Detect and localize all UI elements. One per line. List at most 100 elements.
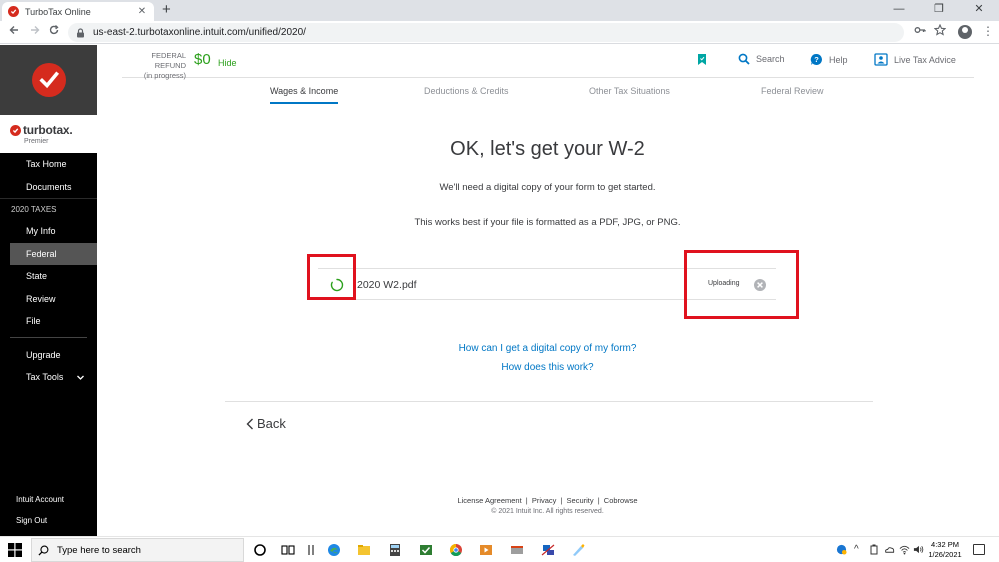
bookmark-icon	[698, 54, 706, 65]
bookmark-star-icon[interactable]	[933, 23, 947, 39]
cobrowse-link[interactable]: Cobrowse	[603, 496, 639, 505]
sidebar-nav: Tax Home Documents 2020 TAXES My Info Fe…	[0, 153, 97, 389]
step-federal-review[interactable]: Federal Review	[761, 86, 824, 96]
live-tax-advice-button[interactable]: Live Tax Advice	[874, 53, 956, 66]
chrome-browser-icon[interactable]	[449, 543, 463, 557]
copyright-text: © 2021 Intuit Inc. All rights reserved.	[491, 508, 604, 515]
paint-tool-icon[interactable]	[571, 543, 585, 557]
highlight-box-uploading	[684, 250, 799, 319]
network-tool-icon[interactable]	[541, 543, 555, 557]
windows-start-icon[interactable]	[8, 543, 22, 557]
search-button[interactable]: Search	[738, 53, 785, 65]
taskbar-clock[interactable]: 4:32 PM 1/26/2021	[920, 540, 970, 560]
tab-close-icon[interactable]: ✕	[136, 6, 148, 17]
back-arrow-icon[interactable]	[6, 24, 22, 40]
privacy-link[interactable]: Privacy	[531, 496, 558, 505]
browser-tab[interactable]: TurboTax Online ✕	[2, 2, 154, 21]
chevron-down-icon	[77, 375, 84, 380]
highlight-box-spinner	[307, 254, 356, 300]
power-tray-icon[interactable]	[869, 544, 879, 555]
turbotax-check-logo-icon[interactable]	[31, 63, 66, 97]
maximize-button[interactable]: ❐	[919, 0, 959, 21]
sidebar-item-file[interactable]: File	[0, 310, 97, 333]
file-explorer-icon[interactable]	[357, 543, 371, 557]
key-icon[interactable]	[914, 24, 926, 39]
sidebar-footer: Intuit Account Sign Out	[0, 489, 97, 536]
page-subtitle: We'll need a digital copy of your form t…	[439, 182, 656, 193]
people-tray-icon[interactable]	[836, 544, 847, 555]
task-view-icon[interactable]	[281, 543, 295, 557]
taskbar-search-input[interactable]	[57, 544, 227, 556]
bookmark-button[interactable]	[697, 53, 713, 66]
license-agreement-link[interactable]: License Agreement	[456, 496, 522, 505]
chevron-left-icon	[246, 418, 253, 429]
sidebar-item-sign-out[interactable]: Sign Out	[0, 510, 97, 531]
lock-icon	[77, 27, 84, 37]
cortana-icon[interactable]	[253, 543, 267, 557]
refund-hide-link[interactable]: Hide	[218, 58, 237, 68]
progress-steps: Wages & Income Deductions & Credits Othe…	[225, 86, 873, 106]
profile-avatar-icon[interactable]	[958, 25, 972, 39]
sidebar-item-upgrade[interactable]: Upgrade	[0, 344, 97, 367]
window-close-button[interactable]: ✕	[959, 0, 999, 21]
logo-area	[0, 45, 97, 115]
sidebar-item-intuit-account[interactable]: Intuit Account	[0, 489, 97, 510]
notifications-icon[interactable]	[973, 544, 985, 555]
page-subtitle-format: This works best if your file is formatte…	[414, 217, 681, 228]
how-it-works-link[interactable]: How does this work?	[330, 362, 765, 373]
show-hidden-icons-chevron-icon[interactable]: ^	[854, 544, 859, 555]
forward-arrow-icon[interactable]	[27, 24, 43, 40]
turbotax-favicon-icon	[8, 6, 19, 17]
clock-date: 1/26/2021	[928, 550, 962, 559]
tax-tools-label: Tax Tools	[26, 372, 64, 382]
search-icon	[38, 545, 49, 556]
content-divider	[225, 401, 873, 402]
turbotax-app-icon[interactable]	[419, 543, 433, 557]
app-window-icon[interactable]	[510, 543, 524, 557]
refund-amount: $0	[194, 51, 211, 68]
tab-title: TurboTax Online	[25, 6, 91, 17]
search-label: Search	[756, 54, 785, 64]
windows-taskbar: ^ 4:32 PM 1/26/2021	[0, 536, 999, 562]
sidebar-item-tax-tools[interactable]: Tax Tools	[0, 366, 97, 389]
taskbar-search-box[interactable]	[31, 538, 244, 562]
help-button[interactable]: ? Help	[810, 53, 848, 66]
live-advice-icon	[874, 53, 888, 66]
brand-name: turbotax.	[23, 123, 73, 137]
media-player-icon[interactable]	[479, 543, 493, 557]
brand-edition: Premier	[24, 138, 49, 145]
new-tab-button[interactable]: +	[162, 2, 171, 18]
page-title: OK, let's get your W-2	[450, 138, 645, 160]
back-button[interactable]: Back	[246, 416, 286, 431]
url-text: us-east-2.turbotaxonline.intuit.com/unif…	[93, 27, 306, 38]
minimize-button[interactable]: —	[879, 0, 919, 21]
security-link[interactable]: Security	[566, 496, 595, 505]
sidebar-item-documents[interactable]: Documents	[0, 176, 97, 199]
wifi-icon[interactable]	[899, 544, 910, 555]
step-other-tax-situations[interactable]: Other Tax Situations	[589, 86, 670, 96]
sidebar-item-my-info[interactable]: My Info	[0, 220, 97, 243]
onedrive-tray-icon[interactable]	[884, 544, 895, 555]
browser-menu-icon[interactable]: ⋮	[982, 24, 994, 38]
calculator-icon[interactable]	[388, 543, 402, 557]
help-icon: ?	[810, 53, 822, 65]
sidebar-item-federal[interactable]: Federal	[10, 242, 97, 265]
reload-icon[interactable]	[46, 24, 62, 40]
sidebar: turbotax. Premier Tax Home Documents 202…	[0, 45, 97, 536]
address-bar[interactable]: us-east-2.turbotaxonline.intuit.com/unif…	[68, 23, 904, 42]
sidebar-item-state[interactable]: State	[0, 265, 97, 288]
brand-check-icon	[10, 124, 21, 136]
step-deductions-credits[interactable]: Deductions & Credits	[424, 86, 509, 96]
sidebar-item-review[interactable]: Review	[0, 288, 97, 311]
taskbar-divider-icon	[308, 545, 314, 555]
refund-label: FEDERAL REFUND (in progress)	[143, 51, 186, 80]
step-wages-income[interactable]: Wages & Income	[270, 86, 339, 104]
search-icon	[738, 53, 750, 65]
edge-browser-icon[interactable]	[327, 543, 341, 557]
sidebar-section-label: 2020 TAXES	[0, 198, 97, 220]
sidebar-item-tax-home[interactable]: Tax Home	[0, 153, 97, 176]
browser-tab-strip: TurboTax Online ✕ + — ❐ ✕	[0, 0, 999, 21]
live-advice-label: Live Tax Advice	[894, 54, 956, 65]
app-header: FEDERAL REFUND (in progress) $0 Hide Sea…	[122, 45, 974, 80]
digital-copy-help-link[interactable]: How can I get a digital copy of my form?	[330, 343, 765, 354]
